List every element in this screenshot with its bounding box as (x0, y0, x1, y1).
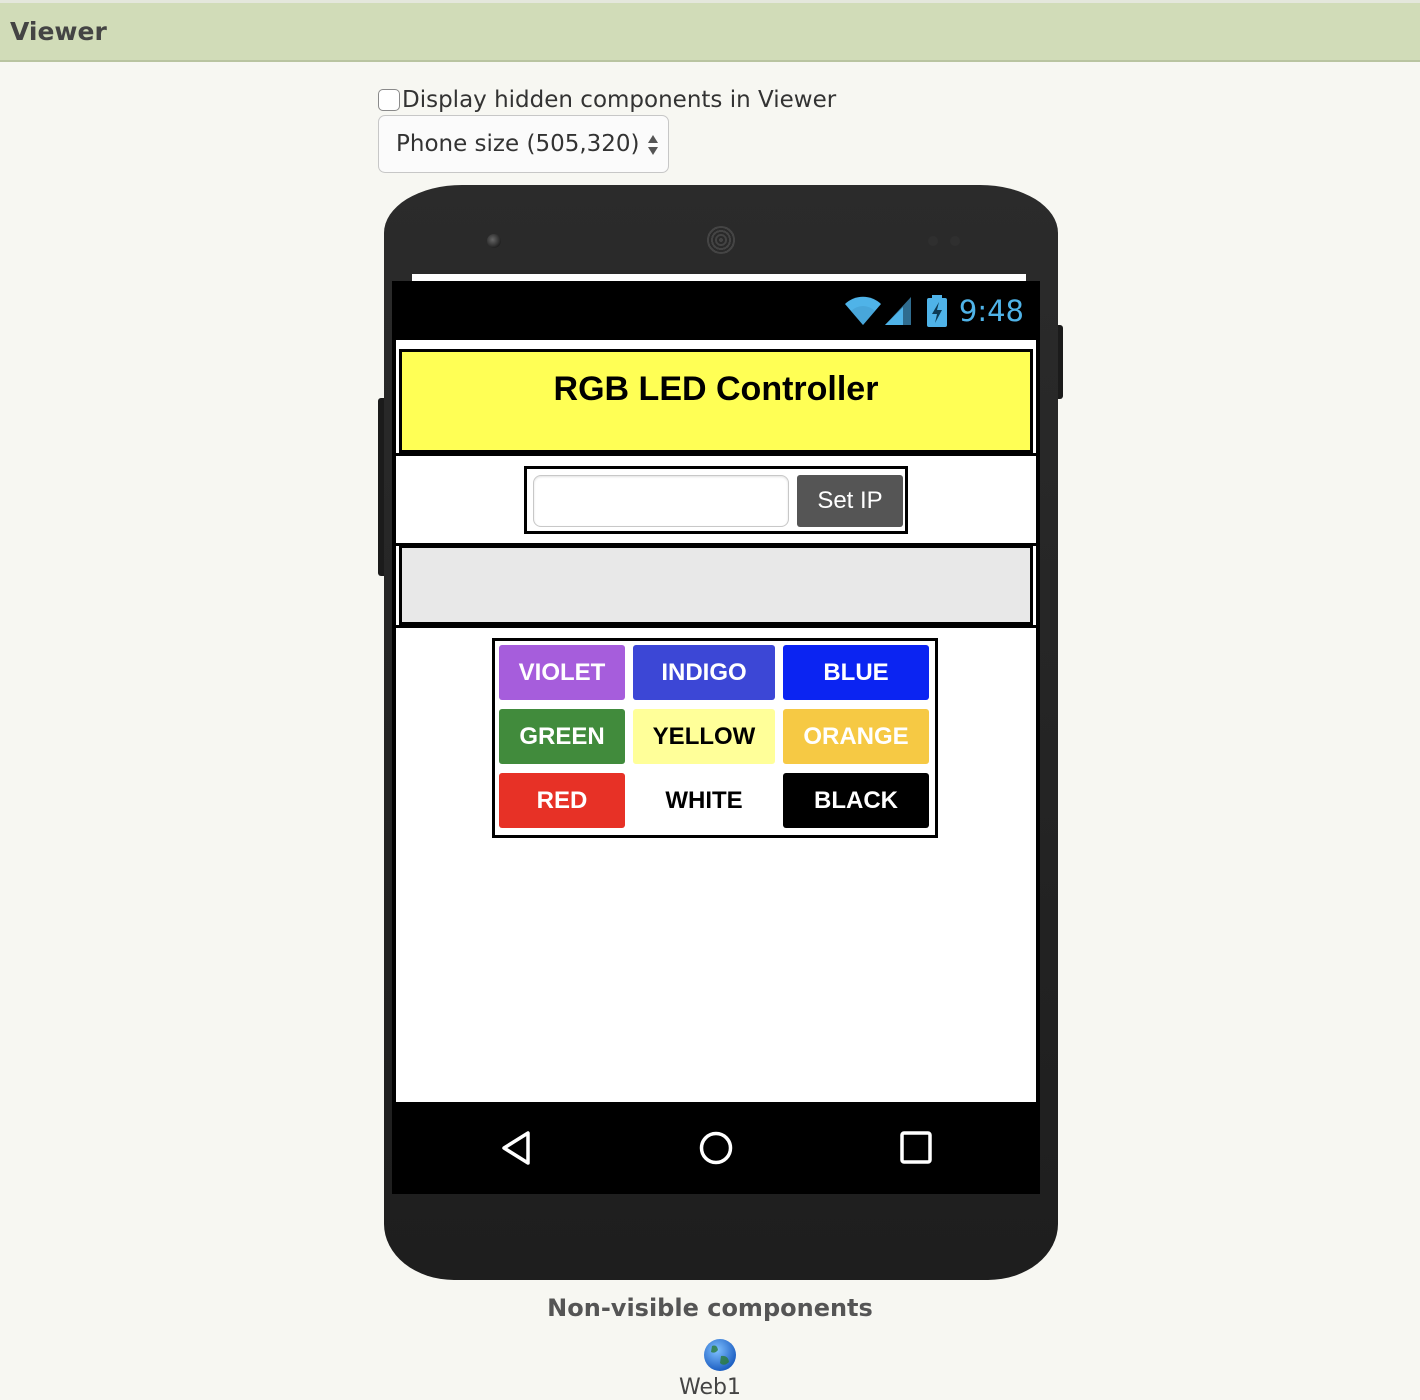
web1-label: Web1 (679, 1375, 741, 1400)
green-button[interactable]: GREEN (499, 709, 625, 764)
violet-button[interactable]: VIOLET (499, 645, 625, 700)
color-button-table: VIOLET INDIGO BLUE GREEN YELLOW ORANGE R… (492, 638, 938, 838)
title-arrangement: RGB LED Controller (399, 349, 1033, 453)
back-triangle-icon[interactable] (500, 1130, 532, 1166)
phone-size-value: Phone size (505,320) (396, 131, 640, 157)
non-visible-components-title: Non-visible components (547, 1294, 873, 1322)
globe-icon[interactable] (703, 1338, 737, 1372)
sensor-dot (950, 236, 960, 246)
app-title: RGB LED Controller (553, 370, 879, 408)
hidden-components-row[interactable]: Display hidden components in Viewer (378, 86, 836, 114)
ip-address-input[interactable] (533, 475, 789, 527)
divider (396, 625, 1036, 628)
blue-button[interactable]: BLUE (783, 645, 929, 700)
front-camera-icon (487, 234, 501, 248)
black-button[interactable]: BLACK (783, 773, 929, 828)
screen-top-edge (412, 274, 1026, 281)
recents-square-icon[interactable] (899, 1130, 933, 1166)
red-button[interactable]: RED (499, 773, 625, 828)
viewer-header: Viewer (0, 0, 1420, 62)
status-time: 9:48 (958, 294, 1024, 328)
status-bar: 9:48 (392, 281, 1040, 340)
home-circle-icon[interactable] (698, 1130, 734, 1166)
viewer-title: Viewer (10, 17, 107, 46)
white-button[interactable]: WHITE (633, 773, 775, 828)
status-label-box (399, 545, 1033, 625)
navigation-bar (392, 1102, 1040, 1194)
wifi-icon (844, 296, 881, 325)
phone-size-select[interactable]: Phone size (505,320) (378, 115, 669, 173)
orange-button[interactable]: ORANGE (783, 709, 929, 764)
app-screen: RGB LED Controller Set IP VIOLET INDIGO … (396, 340, 1036, 1102)
indigo-button[interactable]: INDIGO (633, 645, 775, 700)
hidden-components-checkbox[interactable] (378, 89, 400, 111)
phone-screen: 9:48 RGB LED Controller Set IP VIOLET IN… (392, 281, 1040, 1194)
speaker-grille (705, 226, 737, 254)
cell-signal-icon (884, 297, 911, 325)
divider (396, 453, 1036, 456)
hidden-components-label[interactable]: Display hidden components in Viewer (402, 87, 836, 113)
select-arrows-icon (648, 135, 658, 155)
sensor-dot (928, 236, 938, 246)
set-ip-button[interactable]: Set IP (797, 475, 903, 527)
yellow-button[interactable]: YELLOW (633, 709, 775, 764)
status-icons: 9:48 (843, 293, 1024, 329)
ip-arrangement: Set IP (524, 466, 908, 534)
battery-charging-icon (926, 295, 947, 327)
